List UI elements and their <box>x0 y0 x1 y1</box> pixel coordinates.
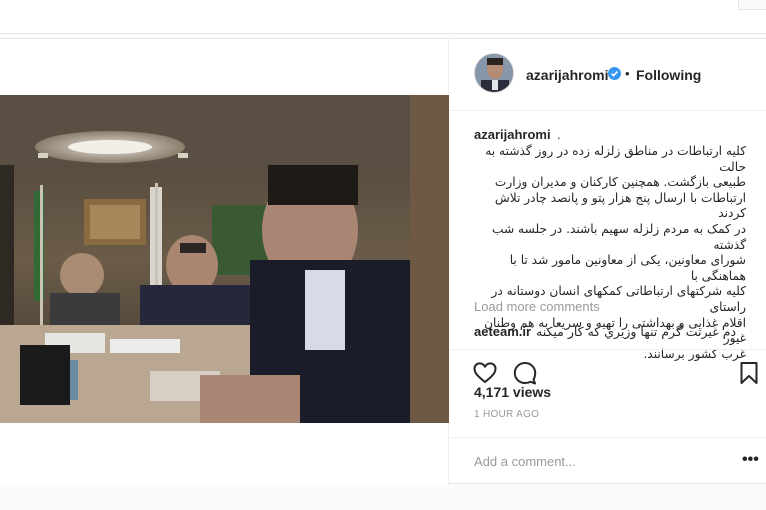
top-bar-corner <box>738 0 766 10</box>
top-navigation-bar <box>0 0 766 34</box>
following-button[interactable]: Following <box>636 67 701 83</box>
comment-form: ••• <box>450 437 766 485</box>
more-options-icon[interactable]: ••• <box>742 452 759 468</box>
comment-bubble-icon[interactable] <box>512 360 538 386</box>
post-card: azarijahromi • Following azarijahromi . … <box>0 38 766 485</box>
caption-dot: . <box>557 127 561 142</box>
header-separator: • <box>625 66 630 81</box>
post-video[interactable] <box>0 95 449 423</box>
comment-input[interactable] <box>474 451 714 471</box>
post-username[interactable]: azarijahromi <box>526 67 608 83</box>
view-count[interactable]: 4,171 views <box>474 384 551 400</box>
post-sidebar: azarijahromi • Following azarijahromi . … <box>450 39 766 485</box>
post-timestamp[interactable]: 1 HOUR AGO <box>474 409 539 420</box>
bookmark-icon[interactable] <box>736 360 762 386</box>
profile-avatar[interactable] <box>474 53 514 93</box>
caption-username[interactable]: azarijahromi <box>474 127 551 142</box>
post-header: azarijahromi • Following <box>450 39 766 111</box>
action-bar <box>450 349 766 385</box>
verified-badge-icon <box>608 67 621 80</box>
load-more-comments-link[interactable]: Load more comments <box>474 299 600 314</box>
post-media-area <box>0 39 449 485</box>
comment-username[interactable]: aeteam.ir <box>474 324 531 339</box>
avatar-image <box>475 54 513 92</box>
comment-text: دم غیرتت گرم تنها وزیري که کار میکنه <box>536 324 737 339</box>
video-frame-image <box>0 95 449 423</box>
heart-icon[interactable] <box>472 360 498 386</box>
